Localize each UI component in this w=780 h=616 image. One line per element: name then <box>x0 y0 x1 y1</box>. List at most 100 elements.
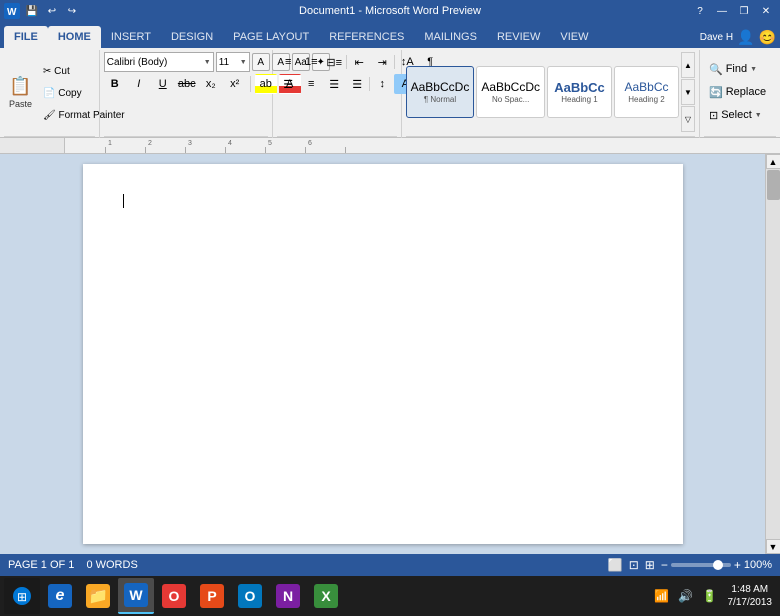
numbering-button[interactable]: 1≡ <box>300 52 322 72</box>
taskbar-outlook[interactable]: O <box>232 578 268 614</box>
document-view-print[interactable]: ⬜ <box>608 558 623 572</box>
divider <box>250 76 251 92</box>
zoom-in-button[interactable]: + <box>734 558 741 572</box>
tab-design[interactable]: DESIGN <box>161 26 223 48</box>
scroll-thumb[interactable] <box>767 170 780 200</box>
styles-scroll: ▲ ▼ ▽ <box>681 52 695 132</box>
svg-text:W: W <box>7 7 17 18</box>
styles-scroll-up[interactable]: ▲ <box>681 52 695 78</box>
system-clock[interactable]: 1:48 AM 7/17/2013 <box>724 583 777 609</box>
document-view-full[interactable]: ⊡ <box>629 558 639 572</box>
find-arrow: ▼ <box>750 66 757 73</box>
select-arrow: ▼ <box>755 112 762 119</box>
superscript-button[interactable]: x² <box>224 74 246 94</box>
tab-review[interactable]: REVIEW <box>487 26 550 48</box>
style-normal[interactable]: AaBbCcDc ¶ Normal <box>406 66 475 118</box>
ruler: 1 2 3 4 5 6 <box>65 138 780 153</box>
tab-home[interactable]: HOME <box>48 26 101 48</box>
zoom-control: − + 100% <box>661 558 772 572</box>
minimize-button[interactable]: — <box>712 3 732 19</box>
word-icon: W <box>4 3 20 19</box>
styles-scroll-down[interactable]: ▼ <box>681 79 695 105</box>
tab-insert[interactable]: INSERT <box>101 26 161 48</box>
help-button[interactable]: ? <box>690 3 710 19</box>
zoom-out-button[interactable]: − <box>661 558 668 572</box>
style-heading1-label: Heading 1 <box>561 95 597 104</box>
style-no-spacing-preview: AaBbCcDc <box>481 80 540 94</box>
restore-button[interactable]: ❐ <box>734 3 754 19</box>
document-page[interactable] <box>83 164 683 544</box>
ruler-corner <box>0 138 65 153</box>
bullets-button[interactable]: ≡ <box>277 52 299 72</box>
paste-button[interactable]: 📋 Paste <box>4 66 37 118</box>
line-spacing-button[interactable]: ↕ <box>371 74 393 94</box>
font-name-selector[interactable]: Calibri (Body) ▼ <box>104 52 214 72</box>
taskbar-right: 📶 🔊 🔋 1:48 AM 7/17/2013 <box>652 583 777 609</box>
scroll-up-button[interactable]: ▲ <box>766 154 780 169</box>
underline-button[interactable]: U <box>152 74 174 94</box>
status-bar: PAGE 1 OF 1 0 WORDS ⬜ ⊡ ⊞ − + 100% <box>0 554 780 576</box>
taskbar-word[interactable]: W <box>118 578 154 614</box>
replace-button[interactable]: 🔄 Replace <box>704 82 771 102</box>
tab-references[interactable]: REFERENCES <box>319 26 414 48</box>
scroll-track <box>766 169 780 539</box>
taskbar-onenote[interactable]: N <box>270 578 306 614</box>
undo-icon[interactable]: ↩ <box>44 3 60 19</box>
style-no-spacing[interactable]: AaBbCcDc No Spac... <box>476 66 545 118</box>
zoom-slider[interactable] <box>671 563 731 567</box>
tab-page-layout[interactable]: PAGE LAYOUT <box>223 26 319 48</box>
start-button[interactable]: ⊞ <box>4 578 40 614</box>
style-normal-preview: AaBbCcDc <box>411 80 470 94</box>
outlook-icon: O <box>238 584 262 608</box>
window-title: Document1 - Microsoft Word Preview <box>299 5 481 17</box>
document-view-web[interactable]: ⊞ <box>645 558 655 572</box>
volume-icon: 🔊 <box>676 589 696 603</box>
title-bar-controls: ? — ❐ ✕ <box>690 3 776 19</box>
taskbar-explorer[interactable]: 📁 <box>80 578 116 614</box>
close-button[interactable]: ✕ <box>756 3 776 19</box>
taskbar-powerpoint[interactable]: P <box>194 578 230 614</box>
multilevel-button[interactable]: ⊟≡ <box>323 52 345 72</box>
divider3 <box>394 55 395 69</box>
find-icon: 🔍 <box>709 63 723 76</box>
tab-mailings[interactable]: MAILINGS <box>414 26 487 48</box>
style-heading2[interactable]: AaBbCc Heading 2 <box>614 66 679 118</box>
tab-view[interactable]: VIEW <box>550 26 598 48</box>
find-button[interactable]: 🔍 Find ▼ <box>704 59 762 79</box>
taskbar-office[interactable]: O <box>156 578 192 614</box>
taskbar-ie[interactable]: e <box>42 578 78 614</box>
align-left-button[interactable]: ☰ <box>277 74 299 94</box>
bold-button[interactable]: B <box>104 74 126 94</box>
taskbar: ⊞ e 📁 W O P O N X 📶 🔊 🔋 1:48 AM 7/17/201… <box>0 576 780 616</box>
subscript-button[interactable]: x₂ <box>200 74 222 94</box>
increase-indent-button[interactable]: ⇥ <box>371 52 393 72</box>
explorer-icon: 📁 <box>86 584 110 608</box>
ruler-area: 1 2 3 4 5 6 <box>0 138 780 154</box>
style-heading1[interactable]: AaBbCc Heading 1 <box>547 66 612 118</box>
paragraph-group: ≡ 1≡ ⊟≡ ⇤ ⇥ ↕A ¶ ☰ ≡ ☰ ☰ ↕ A <box>273 50 401 149</box>
divider4 <box>369 77 370 91</box>
word-count: 0 WORDS <box>86 559 137 571</box>
italic-button[interactable]: I <box>128 74 150 94</box>
word-taskbar-icon: W <box>124 583 148 607</box>
taskbar-excel[interactable]: X <box>308 578 344 614</box>
font-grow-button[interactable]: A <box>252 53 270 71</box>
align-right-button[interactable]: ☰ <box>323 74 345 94</box>
align-center-button[interactable]: ≡ <box>300 74 322 94</box>
account-area: Dave H 👤 😊 <box>700 29 776 46</box>
decrease-indent-button[interactable]: ⇤ <box>348 52 370 72</box>
onenote-icon: N <box>276 584 300 608</box>
justify-button[interactable]: ☰ <box>346 74 368 94</box>
zoom-thumb[interactable] <box>713 560 723 570</box>
scroll-down-button[interactable]: ▼ <box>766 539 780 554</box>
text-cursor <box>123 194 124 208</box>
tab-file[interactable]: FILE <box>4 26 48 48</box>
font-size-selector[interactable]: 11 ▼ <box>216 52 250 72</box>
save-icon[interactable]: 💾 <box>24 3 40 19</box>
strikethrough-button[interactable]: abc <box>176 74 198 94</box>
select-button[interactable]: ⊡ Select ▼ <box>704 105 767 125</box>
document-area: ▲ ▼ <box>0 154 780 554</box>
styles-more[interactable]: ▽ <box>681 106 695 132</box>
svg-text:⊞: ⊞ <box>17 590 27 604</box>
redo-icon[interactable]: ↪ <box>64 3 80 19</box>
